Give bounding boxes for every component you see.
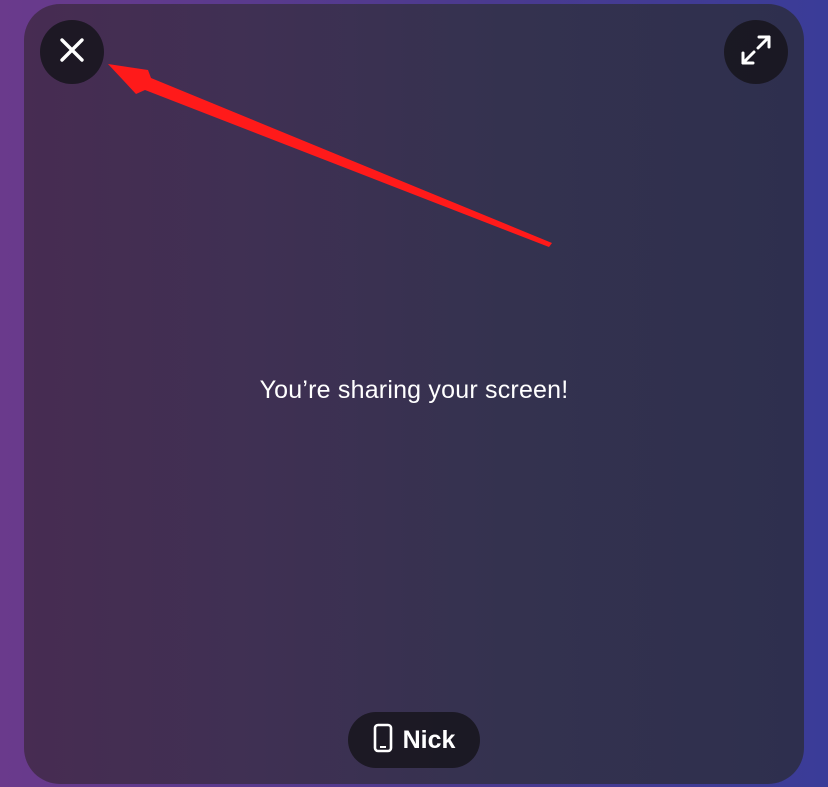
screen-share-panel: You’re sharing your screen! Nick bbox=[24, 4, 804, 784]
expand-icon bbox=[738, 32, 774, 73]
sharing-status-message: You’re sharing your screen! bbox=[259, 376, 569, 404]
fullscreen-button[interactable] bbox=[724, 20, 788, 84]
participant-name: Nick bbox=[402, 725, 456, 754]
close-button[interactable] bbox=[40, 20, 104, 84]
phone-icon bbox=[373, 723, 393, 758]
participant-name-tag: Nick bbox=[348, 712, 480, 768]
close-icon bbox=[57, 35, 87, 70]
